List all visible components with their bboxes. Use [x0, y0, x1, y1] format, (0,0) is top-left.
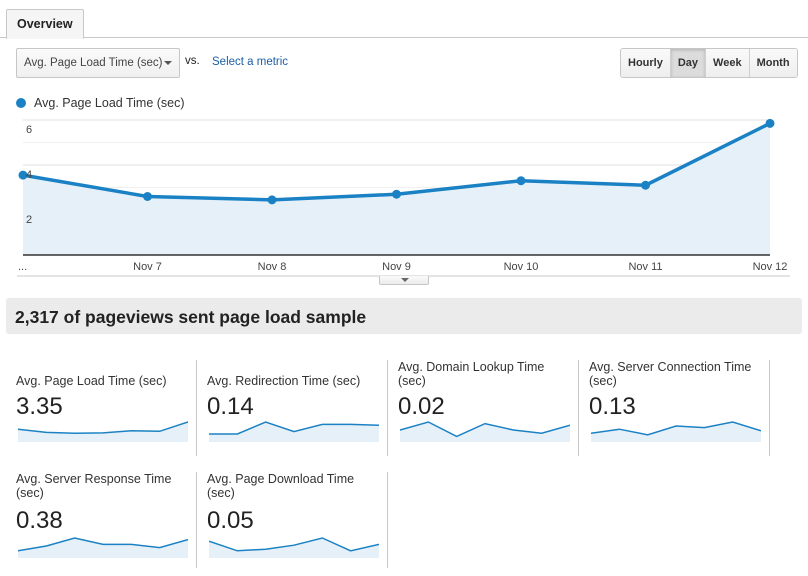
metric-tile[interactable]: Avg. Server Response Time (sec) 0.38 [6, 472, 197, 568]
metric-label: Avg. Server Response Time (sec) [16, 472, 172, 500]
metric-select-value: Avg. Page Load Time (sec) [24, 57, 163, 69]
period-toggle: Hourly Day Week Month [620, 48, 798, 78]
x-tick-label: Nov 10 [504, 261, 539, 273]
metric-tile[interactable]: Avg. Redirection Time (sec) 0.14 [197, 360, 388, 456]
metric-value: 0.02 [398, 393, 445, 420]
tab-overview[interactable]: Overview [6, 9, 84, 39]
x-tick-label: Nov 11 [628, 261, 662, 273]
x-tick-label: ... [18, 261, 27, 273]
metric-label: Avg. Server Connection Time (sec) [589, 360, 752, 388]
data-point[interactable] [267, 195, 277, 205]
metric-tile[interactable]: Avg. Page Download Time (sec) 0.05 [197, 472, 388, 568]
x-tick-label: Nov 9 [382, 261, 411, 273]
chart-collapse-toggle[interactable] [379, 276, 429, 285]
metric-value: 3.35 [16, 393, 63, 420]
metric-label: Avg. Page Download Time (sec) [207, 472, 355, 500]
period-month-button[interactable]: Month [749, 49, 797, 77]
metric-sparkline [591, 421, 761, 442]
chevron-down-icon [401, 278, 409, 282]
data-point[interactable] [641, 180, 650, 190]
sparkline-area [18, 538, 188, 558]
y-tick-label: 4 [26, 169, 32, 181]
metric-sparkline [18, 537, 188, 558]
metric-tile[interactable]: Avg. Page Load Time (sec) 3.35 [6, 360, 197, 456]
period-week-button[interactable]: Week [706, 49, 750, 77]
metric-value: 0.13 [589, 393, 636, 420]
chevron-down-icon [164, 61, 172, 65]
legend-dot-icon [16, 98, 26, 108]
tab-bar: Overview [0, 0, 808, 39]
chart-area [23, 123, 770, 255]
period-hourly-button[interactable]: Hourly [621, 49, 671, 77]
metric-sparkline [400, 421, 570, 442]
metric-label: Avg. Page Load Time (sec) [16, 374, 167, 388]
x-tick-label: Nov 7 [133, 261, 162, 273]
sample-banner: 2,317 of pageviews sent page load sample [6, 298, 802, 334]
data-point[interactable] [765, 118, 775, 128]
period-day-button[interactable]: Day [670, 49, 707, 77]
y-tick-label: 6 [26, 124, 32, 136]
metric-value: 0.05 [207, 507, 254, 534]
page-load-time-chart[interactable]: 2 4 6... Nov 7 Nov 8 Nov 9 Nov 10 Nov 11 Nov 12 [0, 110, 808, 290]
metric-sparkline [209, 421, 379, 442]
data-point[interactable] [516, 176, 526, 186]
select-metric-link[interactable]: Select a metric [212, 56, 288, 68]
metric-select[interactable]: Avg. Page Load Time (sec) [16, 48, 180, 78]
metric-value: 0.38 [16, 507, 63, 534]
sparkline-area [209, 538, 379, 558]
metric-value: 0.14 [207, 393, 254, 420]
chart-legend: Avg. Page Load Time (sec) [16, 96, 185, 110]
sparkline-area [591, 422, 761, 442]
metric-sparkline [209, 537, 379, 558]
x-tick-label: Nov 12 [753, 261, 788, 273]
data-point[interactable] [143, 192, 152, 201]
vs-label: vs. [185, 55, 200, 67]
metric-label: Avg. Redirection Time (sec) [207, 374, 361, 388]
metric-tile[interactable]: Avg. Server Connection Time (sec) 0.13 [579, 360, 770, 456]
metric-sparkline [18, 421, 188, 442]
x-tick-label: Nov 8 [258, 261, 287, 273]
metric-tile[interactable]: Avg. Domain Lookup Time (sec) 0.02 [388, 360, 579, 456]
data-point[interactable] [392, 189, 401, 199]
metric-label: Avg. Domain Lookup Time (sec) [398, 360, 545, 388]
legend-label: Avg. Page Load Time (sec) [34, 96, 185, 110]
y-tick-label: 2 [26, 214, 32, 226]
